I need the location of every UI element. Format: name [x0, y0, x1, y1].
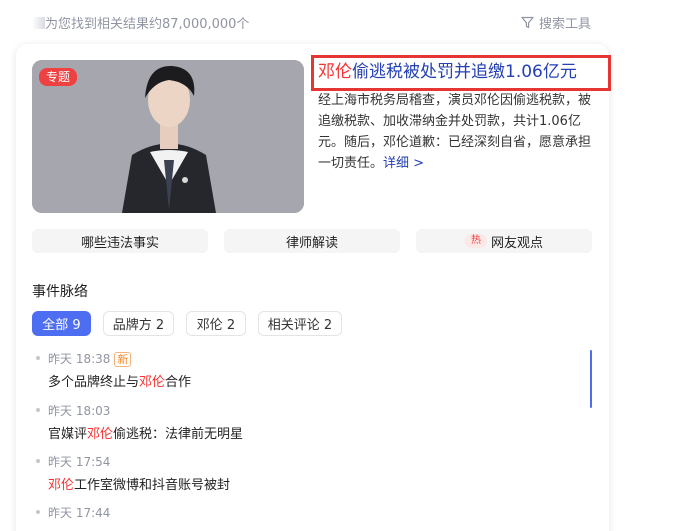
topic-badge: 专题 [39, 68, 78, 86]
search-tools-label: 搜索工具 [539, 17, 592, 32]
result-count: 为您找到相关结果约87,000,000个 [32, 13, 249, 32]
new-badge: 新 [114, 352, 132, 367]
hot-badge: 热 [464, 234, 487, 248]
timeline-scrollbar[interactable] [590, 350, 592, 408]
timeline-time: 昨天 17:54 [48, 455, 111, 469]
item-highlight: 邓伦 [139, 375, 166, 390]
filter-icon [521, 16, 534, 29]
filter-tab-all[interactable]: 全部 9 [32, 311, 91, 336]
title-highlight: 邓伦 [318, 62, 352, 82]
section-title: 事件脉络 [32, 284, 88, 300]
item-text: 工作室微博和抖音账号被封 [74, 478, 231, 493]
timeline-time: 昨天 18:38 新 [48, 350, 132, 367]
tag-lawyer-interpretation[interactable]: 律师解读 [224, 229, 400, 253]
item-text: 偷逃税：法律前无明星 [113, 427, 244, 442]
time-text: 昨天 18:38 [48, 352, 111, 366]
tag-label: 哪些违法事实 [80, 235, 159, 251]
timeline-time: 昨天 17:44 [48, 506, 111, 520]
timeline-dot [36, 510, 40, 514]
item-text: 官媒评 [48, 427, 88, 442]
timeline-item-link[interactable]: 邓伦工作室微博和抖音账号被封 [48, 474, 230, 493]
item-text: 多个品牌终止与 [48, 375, 140, 390]
item-text: 合作 [165, 375, 192, 390]
timeline-item-link[interactable]: 官媒评邓伦偷逃税：法律前无明星 [48, 423, 243, 442]
filter-tab-brands[interactable]: 品牌方 2 [103, 311, 174, 336]
tag-label: 网友观点 [490, 235, 543, 251]
timeline-dot [36, 356, 40, 360]
item-highlight: 邓伦 [48, 478, 75, 493]
filter-tab-denglun[interactable]: 邓伦 2 [186, 311, 246, 336]
item-highlight: 邓伦 [87, 427, 114, 442]
tag-label: 律师解读 [285, 235, 338, 251]
faded-text [32, 17, 45, 29]
search-tools-button[interactable]: 搜索工具 [521, 13, 591, 32]
timeline-dot [36, 459, 40, 463]
tag-violation-facts[interactable]: 哪些违法事实 [32, 229, 208, 253]
tag-netizen-views[interactable]: 热网友观点 [416, 229, 592, 253]
topic-summary: 经上海市税务局稽查，演员邓伦因偷逃税款，被追缴税款、加收滞纳金并处罚款，共计1.… [318, 90, 594, 174]
timeline-item-link[interactable]: 多个品牌终止与邓伦合作 [48, 371, 191, 390]
topic-title-link[interactable]: 邓伦偷逃税被处罚并追缴1.06亿元 [318, 60, 577, 84]
filter-tab-comments[interactable]: 相关评论 2 [258, 311, 342, 336]
timeline-time: 昨天 18:03 [48, 404, 111, 418]
result-count-text: 为您找到相关结果约87,000,000个 [45, 17, 250, 32]
summary-text: 经上海市税务局稽查，演员邓伦因偷逃税款，被追缴税款、加收滞纳金并处罚款，共计1.… [318, 93, 592, 171]
timeline-dot [36, 408, 40, 412]
title-text: 偷逃税被处罚并追缴1.06亿元 [352, 62, 577, 82]
detail-link[interactable]: 详细 > [383, 156, 424, 171]
